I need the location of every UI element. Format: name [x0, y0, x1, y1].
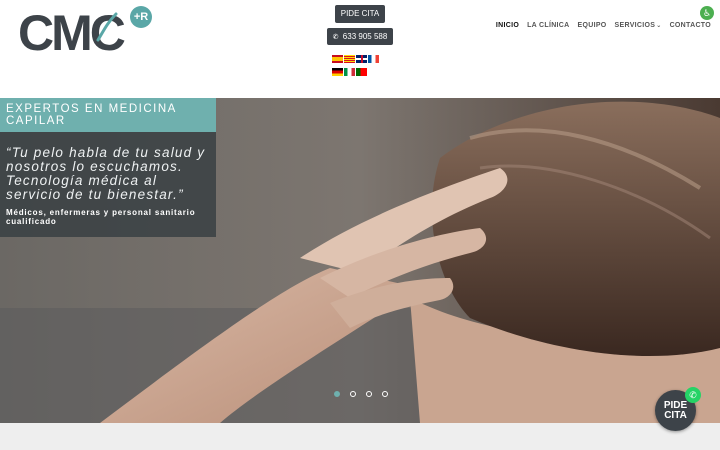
nav-item-servicios-label: SERVICIOS	[614, 22, 656, 29]
hero-slider: EXPERTOS EN MEDICINA CAPILAR “Tu pelo ha…	[0, 98, 720, 423]
logo-swoosh-icon	[96, 12, 118, 42]
logo-badge: +R	[130, 6, 152, 28]
pide-cita-button[interactable]: PIDE CITA	[335, 5, 385, 23]
hero-subtitle: Médicos, enfermeras y personal sanitario…	[6, 208, 196, 226]
flag-ca-icon[interactable]	[344, 55, 355, 63]
phone-number: 633 905 588	[342, 32, 388, 41]
flag-en-icon[interactable]	[356, 55, 367, 63]
nav-item-servicios[interactable]: SERVICIOS⌄	[615, 22, 662, 29]
hero-quote: “Tu pelo habla de tu salud y nosotros lo…	[6, 145, 206, 202]
flag-de-icon[interactable]	[332, 68, 343, 76]
phone-icon: ✆	[332, 34, 339, 41]
section-divider	[0, 423, 720, 450]
nav-item-la-clinica[interactable]: LA CLÍNICA	[527, 22, 569, 29]
phone-button[interactable]: ✆ 633 905 588	[327, 28, 393, 45]
slider-dot-3[interactable]	[366, 391, 372, 397]
site-header: CMC +R PIDE CITA ✆ 633 905 588 INICIO LA…	[0, 0, 720, 98]
hero-caption: EXPERTOS EN MEDICINA CAPILAR “Tu pelo ha…	[0, 98, 216, 237]
nav-item-contacto[interactable]: CONTACTO	[670, 22, 711, 29]
cmc-logo[interactable]: CMC +R	[18, 6, 158, 58]
main-nav: INICIO LA CLÍNICA EQUIPO SERVICIOS⌄ CONT…	[496, 22, 711, 29]
flag-es-icon[interactable]	[332, 55, 343, 63]
flag-pt-icon[interactable]	[356, 68, 367, 76]
flag-fr-icon[interactable]	[368, 55, 379, 63]
hero-caption-body: “Tu pelo habla de tu salud y nosotros lo…	[0, 132, 216, 237]
slider-dot-4[interactable]	[382, 391, 388, 397]
accessibility-icon[interactable]: ♿	[700, 6, 714, 20]
slider-dot-2[interactable]	[350, 391, 356, 397]
flag-it-icon[interactable]	[344, 68, 355, 76]
nav-item-equipo[interactable]: EQUIPO	[578, 22, 607, 29]
hero-title: EXPERTOS EN MEDICINA CAPILAR	[0, 98, 216, 132]
slider-dot-1[interactable]	[334, 391, 340, 397]
page: CMC +R PIDE CITA ✆ 633 905 588 INICIO LA…	[0, 0, 720, 450]
chevron-down-icon: ⌄	[656, 23, 662, 29]
nav-item-inicio[interactable]: INICIO	[496, 22, 519, 29]
whatsapp-icon[interactable]: ✆	[685, 387, 701, 403]
slider-dots	[334, 391, 388, 397]
